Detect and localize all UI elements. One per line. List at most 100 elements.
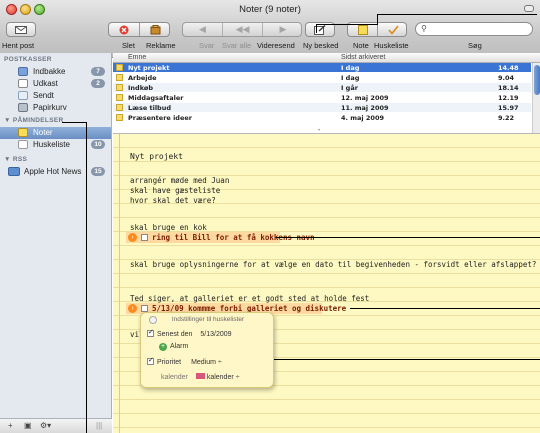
reply-all-button[interactable]: ◀◀ [223, 23, 263, 36]
callout-line [316, 24, 378, 25]
priority-checkbox[interactable] [147, 356, 154, 365]
note-line: skal have gæsteliste [130, 186, 221, 195]
sidebar-item-label: Papirkurv [33, 103, 67, 112]
callout-line [276, 237, 540, 238]
forward-arrow-icon: ▶ [279, 24, 287, 34]
priority-row: Prioritet Medium ÷ [147, 356, 222, 366]
callout-line [377, 14, 537, 15]
reply-all-arrow-icon: ◀◀ [235, 24, 250, 34]
note-time: 9.04 [498, 74, 515, 82]
reply-all-label: Svar alle [222, 41, 252, 50]
column-header-date[interactable]: Sidst arkiveret [341, 54, 385, 61]
calendar-select[interactable]: kalender ÷ [195, 373, 240, 381]
todo-label: Huskeliste [374, 41, 409, 50]
new-todo-button[interactable] [378, 23, 408, 36]
rss-feed-icon [8, 167, 20, 176]
toolbar: Noter (9 noter) Hent post Slet Reklame ◀… [0, 0, 540, 58]
list-item[interactable]: Læse tilbud 11. maj 2009 15.97 [113, 103, 531, 112]
sidebar-item-apple-hot-news[interactable]: Apple Hot News 15 [0, 166, 111, 178]
priority-label: Prioritet [157, 359, 182, 366]
list-item[interactable]: Nyt projekt I dag 14.48 [113, 63, 531, 72]
note-time: 15.97 [498, 104, 519, 112]
reminders-heading[interactable]: ▼ PÅMINDELSER [4, 117, 63, 124]
todo-checkbox[interactable] [141, 305, 148, 312]
forward-button[interactable]: ▶ [263, 23, 303, 36]
reply-button[interactable]: ◀ [183, 23, 223, 36]
list-item[interactable]: Middagsaftaler 12. maj 2009 12.19 [113, 93, 531, 102]
delete-label: Slet [122, 41, 135, 50]
action-gear-icon[interactable]: ⚙▾ [40, 421, 51, 431]
list-scrollbar[interactable] [532, 63, 540, 133]
junk-bag-icon [140, 23, 171, 36]
delete-button[interactable] [109, 23, 140, 36]
alarm-row[interactable]: + Alarm [159, 343, 188, 351]
rss-heading[interactable]: ▼ RSS [4, 156, 27, 163]
search-label: Søg [468, 41, 482, 50]
reply-label: Svar [199, 41, 215, 50]
sent-icon [18, 91, 28, 100]
search-icon: ⚲ [421, 24, 427, 33]
note-time: 18.14 [498, 84, 519, 92]
alarm-label: Alarm [170, 343, 189, 350]
todo-item[interactable]: › ring til Bill for at få kokkens navn [126, 232, 315, 243]
reply-group: ◀ ◀◀ ▶ [182, 22, 302, 37]
search-input[interactable]: ⚲ [415, 22, 533, 36]
list-header: Emne Sidst arkiveret [113, 53, 540, 63]
mail-window: Noter (9 noter) Hent post Slet Reklame ◀… [0, 0, 540, 433]
forward-label: Videresend [257, 41, 295, 50]
priority-select[interactable]: Medium ÷ [191, 359, 222, 366]
note-line: arrangér møde med Juan [130, 176, 230, 185]
note-subject: Indkøb [128, 84, 153, 92]
note-subject: Arbejde [128, 74, 157, 82]
note-icon [116, 114, 123, 121]
resize-handle-icon[interactable]: ||| [96, 421, 102, 431]
todo-list-icon [18, 140, 28, 149]
todo-checkbox[interactable] [141, 234, 148, 241]
note-date: I går [341, 84, 358, 92]
scrollbar-thumb[interactable] [534, 65, 540, 95]
list-item[interactable]: Præsentere ideer 4. maj 2009 9.22 [113, 113, 531, 122]
due-date-label: Senest den [157, 331, 193, 338]
list-item[interactable]: Arbejde I dag 9.04 [113, 73, 531, 82]
show-activity-icon[interactable]: ▣ [24, 421, 32, 431]
mailboxes-heading: POSTKASSER [4, 56, 52, 63]
delete-junk-group [108, 22, 170, 37]
note-line: hvor skal det være? [130, 196, 216, 205]
get-mail-button[interactable] [6, 22, 36, 37]
sidebar-item-inbox[interactable]: Indbakke 7 [0, 66, 111, 78]
sidebar-item-label: Huskeliste [33, 140, 70, 149]
note-icon [116, 74, 123, 81]
note-margin-line [119, 134, 120, 433]
due-date-row: Senest den 5/13/2009 [147, 328, 232, 338]
list-item[interactable]: Indkøb I går 18.14 [113, 83, 531, 92]
due-date-checkbox[interactable] [147, 328, 154, 337]
callout-line [274, 359, 540, 360]
disclosure-triangle-icon: ▼ [4, 156, 13, 163]
sidebar-item-label: Sendt [33, 91, 54, 100]
sidebar-item-sent[interactable]: Sendt [0, 90, 111, 102]
junk-label: Reklame [146, 41, 176, 50]
due-date-field[interactable]: 5/13/2009 [200, 331, 231, 338]
column-header-subject[interactable]: Emne [128, 54, 146, 61]
note-time: 9.22 [498, 114, 515, 122]
sidebar-item-drafts[interactable]: Udkast 2 [0, 78, 111, 90]
todo-options-icon[interactable]: › [128, 304, 137, 313]
drafts-count-badge: 2 [91, 79, 105, 88]
sidebar-item-notes[interactable]: Noter [0, 127, 111, 139]
feed-count-badge: 15 [91, 167, 105, 176]
sidebar-item-todo[interactable]: Huskeliste 10 [0, 139, 111, 151]
junk-button[interactable] [140, 23, 171, 36]
drafts-icon [18, 79, 28, 88]
note-date: 11. maj 2009 [341, 104, 389, 112]
add-icon[interactable]: + [8, 421, 13, 431]
disclosure-triangle-icon: ▼ [4, 117, 13, 124]
sidebar-item-trash[interactable]: Papirkurv [0, 102, 111, 114]
todo-options-icon[interactable]: › [128, 233, 137, 242]
callout-line [86, 122, 87, 433]
note-subject: Middagsaftaler [128, 94, 184, 102]
calendar-select-value: kalender ÷ [206, 374, 240, 381]
sidebar-item-label: Apple Hot News [24, 167, 82, 176]
note-editor[interactable]: Nyt projekt arrangér møde med Juan skal … [113, 134, 540, 433]
note-subject: Læse tilbud [128, 104, 171, 112]
toolbar-toggle-button[interactable] [524, 5, 534, 12]
